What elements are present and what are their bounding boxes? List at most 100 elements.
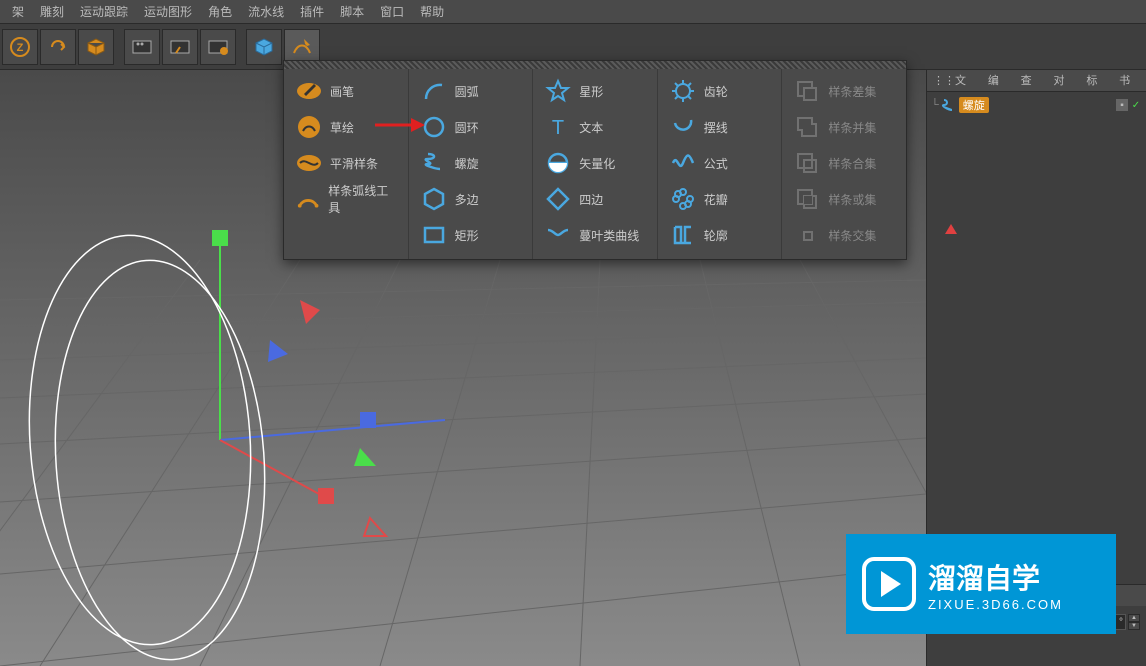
spline-menu-col: 画笔 草绘 平滑样条 样条弧线工具 [284,61,409,259]
spline-item-formula[interactable]: 公式 [664,145,776,181]
menu-drag-handle[interactable] [284,61,906,69]
menu-item[interactable]: 运动跟踪 [72,0,136,24]
spline-item-and[interactable]: 样条合集 [788,145,900,181]
render-region-button[interactable] [162,29,198,65]
spline-item-circle[interactable]: 圆环 [415,109,527,145]
sketch-icon [296,114,322,140]
value-stepper[interactable]: ▲▼ [1128,614,1140,630]
spline-item-pen[interactable]: 画笔 [290,73,402,109]
spline-item-label: 圆弧 [455,83,479,100]
object-tree[interactable]: └ 螺旋 ▪ ✓ [927,92,1146,584]
watermark: 溜溜自学 ZIXUE.3D66.COM [846,534,1116,634]
spline-item-intersect[interactable]: 样条交集 [788,217,900,253]
spline-popup-menu: 画笔 草绘 平滑样条 样条弧线工具 圆弧 圆环 螺旋 多边 [283,60,907,260]
spline-item-4side[interactable]: 四边 [539,181,651,217]
spline-item-smooth[interactable]: 平滑样条 [290,145,402,181]
panel-tab[interactable]: 书签 [1113,70,1146,91]
spline-item-cogwheel[interactable]: 齿轮 [664,73,776,109]
spline-item-union[interactable]: 样条并集 [788,109,900,145]
spline-item-label: 样条差集 [828,83,876,100]
panel-tab[interactable]: 文件 [949,70,982,91]
menu-item[interactable]: 流水线 [240,0,292,24]
spline-item-label: 草绘 [330,119,354,136]
vectorize-icon [545,150,571,176]
panel-grip-icon[interactable]: ⋮⋮ [927,70,949,91]
spline-item-arc-tool[interactable]: 样条弧线工具 [290,181,402,217]
render-button[interactable] [124,29,160,65]
object-name-label[interactable]: 螺旋 [959,97,989,113]
render-toggle-icon[interactable]: ✓ [1130,99,1142,111]
spline-item-subtract[interactable]: 样条差集 [788,73,900,109]
menu-item[interactable]: 脚本 [332,0,372,24]
menu-item[interactable]: 角色 [200,0,240,24]
object-manager-tabs: ⋮⋮ 文件 编辑 查看 对象 标签 书签 [927,70,1146,92]
spline-item-helix[interactable]: 螺旋 [415,145,527,181]
spline-menu-col: 星形 T 文本 矢量化 四边 蔓叶类曲线 [533,61,658,259]
spline-item-sketch[interactable]: 草绘 [290,109,402,145]
panel-tab[interactable]: 标签 [1080,70,1113,91]
spline-item-label: 星形 [579,83,603,100]
panel-tab[interactable]: 查看 [1015,70,1048,91]
spline-item-cissoid[interactable]: 蔓叶类曲线 [539,217,651,253]
menu-item[interactable]: 运动图形 [136,0,200,24]
arc-tool-icon [296,186,320,212]
spline-item-star[interactable]: 星形 [539,73,651,109]
spline-item-text[interactable]: T 文本 [539,109,651,145]
spline-item-cycloid[interactable]: 摆线 [664,109,776,145]
spline-item-profile[interactable]: 轮廓 [664,217,776,253]
object-toggles[interactable]: ▪ ✓ [1116,99,1142,111]
menu-item[interactable]: 插件 [292,0,332,24]
spline-item-flower[interactable]: 花瓣 [664,181,776,217]
spline-item-rectangle[interactable]: 矩形 [415,217,527,253]
helix-icon [421,150,447,176]
spline-item-label: 四边 [579,191,603,208]
watermark-title: 溜溜自学 [928,557,1063,597]
union-icon [794,114,820,140]
star-icon [545,78,571,104]
spline-item-label: 矩形 [455,227,479,244]
panel-tab[interactable]: 对象 [1047,70,1080,91]
spline-item-vectorize[interactable]: 矢量化 [539,145,651,181]
spline-item-label: 螺旋 [455,155,479,172]
menu-item[interactable]: 窗口 [372,0,412,24]
menu-bar: 架 雕刻 运动跟踪 运动图形 角色 流水线 插件 脚本 窗口 帮助 [0,0,1146,24]
spline-item-arc[interactable]: 圆弧 [415,73,527,109]
panel-tab[interactable]: 编辑 [982,70,1015,91]
spline-item-label: 齿轮 [704,83,728,100]
render-settings-button[interactable] [200,29,236,65]
menu-item[interactable]: 架 [4,0,32,24]
menu-item[interactable]: 帮助 [412,0,452,24]
visibility-toggle-icon[interactable]: ▪ [1116,99,1128,111]
subtract-icon [794,78,820,104]
svg-text:T: T [552,117,564,139]
spline-item-label: 平滑样条 [330,155,378,172]
spline-item-label: 轮廓 [704,227,728,244]
intersect-icon [794,222,820,248]
menu-item[interactable]: 雕刻 [32,0,72,24]
spline-item-label: 样条弧线工具 [328,182,395,216]
primitive-cube-button[interactable] [246,29,282,65]
spline-item-label: 样条交集 [828,227,876,244]
svg-text:Z: Z [17,42,24,54]
profile-icon [670,222,696,248]
spline-item-label: 样条并集 [828,119,876,136]
spline-item-label: 多边 [455,191,479,208]
tree-elbow-icon: └ [931,99,939,111]
helix-icon [941,98,955,112]
smooth-icon [296,150,322,176]
gear-icon [670,78,696,104]
undo-button[interactable]: Z [2,29,38,65]
circle-icon [421,114,447,140]
redo-button[interactable] [40,29,76,65]
object-row[interactable]: └ 螺旋 ▪ ✓ [931,96,1142,114]
cissoid-icon [545,222,571,248]
spline-item-nside[interactable]: 多边 [415,181,527,217]
pen-icon [296,78,322,104]
spline-item-label: 样条合集 [828,155,876,172]
flower-icon [670,186,696,212]
formula-icon [670,150,696,176]
cube-button[interactable] [78,29,114,65]
hexagon-icon [421,186,447,212]
spline-item-or[interactable]: 样条或集 [788,181,900,217]
rectangle-icon [421,222,447,248]
